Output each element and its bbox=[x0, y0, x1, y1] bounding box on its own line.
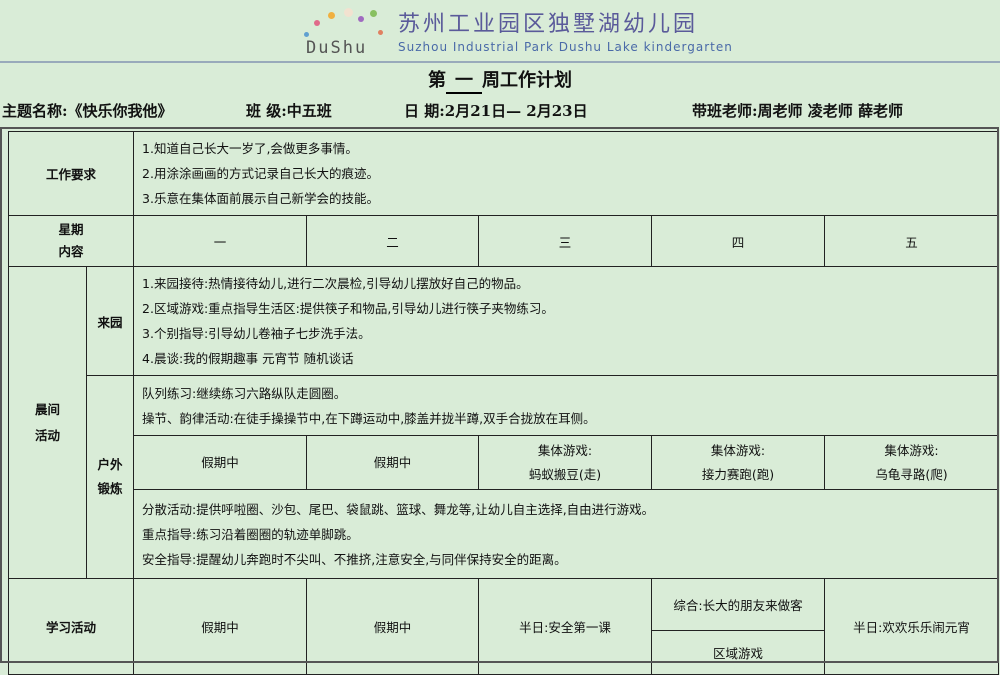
outdoor-label: 户外 锻炼 bbox=[85, 375, 135, 579]
game-mon: 假期中 bbox=[133, 435, 308, 490]
list-item: 1.知道自己长大一岁了,会做更多事情。 bbox=[142, 141, 358, 156]
game-thu: 集体游戏: 接力赛跑(跑) bbox=[651, 435, 826, 490]
list-item: 4.晨谈:我的假期趣事 元宵节 随机谈话 bbox=[142, 351, 354, 366]
game-line: 乌龟寻路(爬) bbox=[875, 466, 948, 482]
class-name: 班 级:中五班 bbox=[246, 102, 332, 120]
game-line: 假期中 bbox=[201, 454, 239, 470]
game-line: 集体游戏: bbox=[537, 442, 593, 458]
game-line: 集体游戏: bbox=[884, 442, 939, 458]
weekday-header-row: 星期 内容 一 二 三 四 五 bbox=[7, 215, 1000, 267]
week-number: 一 bbox=[446, 66, 482, 94]
game-line: 假期中 bbox=[373, 454, 412, 470]
teachers: 带班老师:周老师 凌老师 薛老师 bbox=[692, 102, 903, 120]
game-tue: 假期中 bbox=[306, 435, 480, 490]
weekday-thu: 四 bbox=[651, 215, 826, 267]
morning-label-2: 活动 bbox=[34, 427, 60, 443]
list-item: 操节、韵律活动:在徒手操操节中,在下蹲运动中,膝盖并拢半蹲,双手合拢放在耳侧。 bbox=[142, 410, 596, 426]
study-thu: 综合:长大的朋友来做客 bbox=[651, 578, 826, 631]
title-suffix: 周工作计划 bbox=[482, 70, 572, 91]
title-prefix: 第 bbox=[428, 70, 446, 91]
study-wed: 半日:安全第一课 bbox=[478, 578, 653, 675]
weekly-plan-table: 工作要求 1.知道自己长大一岁了,会做更多事情。 2.用涂涂画画的方式记录自己长… bbox=[7, 131, 1000, 675]
work-requirements-label: 工作要求 bbox=[7, 131, 135, 216]
school-name: 苏州工业园区独墅湖幼儿园 bbox=[398, 12, 699, 37]
arrival-content: 1.来园接待:热情接待幼儿,进行二次晨检,引导幼儿摆放好自己的物品。 2.区域游… bbox=[133, 266, 1000, 376]
study-tue: 假期中 bbox=[306, 578, 480, 675]
list-item: 2.用涂涂画画的方式记录自己长大的痕迹。 bbox=[142, 166, 379, 181]
content-label: 内容 bbox=[58, 244, 84, 259]
header-divider bbox=[0, 61, 1000, 63]
list-item: 3.个别指导:引导幼儿卷袖子七步洗手法。 bbox=[142, 326, 371, 341]
list-item: 分散活动:提供呼啦圈、沙包、尾巴、袋鼠跳、篮球、舞龙等,让幼儿自主选择,自由进行… bbox=[142, 501, 655, 517]
work-requirements: 1.知道自己长大一岁了,会做更多事情。 2.用涂涂画画的方式记录自己长大的痕迹。… bbox=[133, 131, 1000, 216]
list-item: 队列练习:继续练习六路纵队走圆圈。 bbox=[142, 385, 347, 401]
list-item: 1.来园接待:热情接待幼儿,进行二次晨检,引导幼儿摆放好自己的物品。 bbox=[142, 276, 529, 291]
page-title: 第一周工作计划 bbox=[0, 66, 1000, 94]
weekday-mon: 一 bbox=[133, 215, 308, 267]
list-item: 安全指导:提醒幼儿奔跑时不尖叫、不推挤,注意安全,与同伴保持安全的距离。 bbox=[142, 551, 567, 567]
game-line: 集体游戏: bbox=[710, 442, 766, 458]
arrival-row: 晨间 活动 来园 1.来园接待:热情接待幼儿,进行二次晨检,引导幼儿摆放好自己的… bbox=[8, 266, 1000, 579]
list-item: 3.乐意在集体面前展示自己新学会的技能。 bbox=[142, 191, 379, 206]
morning-activity-label: 晨间 活动 bbox=[8, 266, 87, 579]
outdoor-top-row: 户外 锻炼 队列练习:继续练习六路纵队走圆圈。 操节、韵律活动:在徒手操操节中,… bbox=[9, 375, 1000, 579]
list-item: 重点指导:练习沿着圈圈的轨迹单脚跳。 bbox=[142, 526, 359, 542]
weekday-label: 星期 bbox=[58, 222, 84, 237]
outdoor-top-content: 队列练习:继续练习六路纵队走圆圈。 操节、韵律活动:在徒手操操节中,在下蹲运动中… bbox=[133, 375, 1000, 436]
morning-label-1: 晨间 bbox=[34, 401, 60, 417]
game-wed: 集体游戏: 蚂蚁搬豆(走) bbox=[478, 435, 653, 490]
logo-text: DuShu bbox=[306, 38, 368, 58]
weekday-wed: 三 bbox=[478, 215, 653, 267]
outdoor-label-1: 户外 bbox=[97, 457, 123, 472]
date-range: 日 期:2月21日— 2月23日 bbox=[404, 102, 588, 120]
school-name-en: Suzhou Industrial Park Dushu Lake kinder… bbox=[398, 40, 733, 54]
study-thu-area-game: 区域游戏 bbox=[651, 630, 826, 675]
weekday-fri: 五 bbox=[824, 215, 1000, 267]
study-mon: 假期中 bbox=[133, 578, 308, 675]
work-requirements-row: 工作要求 1.知道自己长大一岁了,会做更多事情。 2.用涂涂画画的方式记录自己长… bbox=[7, 131, 1000, 216]
outdoor-games-row: 假期中 假期中 集体游戏: 蚂蚁搬豆(走) 集体游戏: 接力赛跑(跑) 集体游戏: 乌… bbox=[9, 435, 1000, 490]
header: DuShu 苏州工业园区独墅湖幼儿园 Suzhou Industrial Par… bbox=[0, 0, 1000, 63]
study-label: 学习活动 bbox=[7, 578, 135, 675]
study-row: 学习活动 假期中 假期中 半日:安全第一课 综合:长大的朋友来做客 半日:欢欢乐… bbox=[7, 578, 1000, 675]
game-fri: 集体游戏: 乌龟寻路(爬) bbox=[824, 435, 1000, 490]
list-item: 2.区域游戏:重点指导生活区:提供筷子和物品,引导幼儿进行筷子夹物练习。 bbox=[142, 301, 554, 316]
weekday-tue: 二 bbox=[306, 215, 480, 267]
outdoor-bottom-row: 分散活动:提供呼啦圈、沙包、尾巴、袋鼠跳、篮球、舞龙等,让幼儿自主选择,自由进行… bbox=[9, 489, 1000, 579]
theme-name: 主题名称:《快乐你我他》 bbox=[2, 102, 173, 120]
arrival-label: 来园 bbox=[85, 266, 135, 376]
game-line: 接力赛跑(跑) bbox=[701, 466, 775, 482]
outdoor-bottom-content: 分散活动:提供呼啦圈、沙包、尾巴、袋鼠跳、篮球、舞龙等,让幼儿自主选择,自由进行… bbox=[133, 489, 1000, 579]
game-line: 蚂蚁搬豆(走) bbox=[528, 466, 602, 482]
outdoor-label-2: 锻炼 bbox=[97, 481, 123, 496]
study-fri: 半日:欢欢乐乐闹元宵 bbox=[824, 578, 1000, 675]
weekday-label-cell: 星期 内容 bbox=[7, 215, 135, 267]
